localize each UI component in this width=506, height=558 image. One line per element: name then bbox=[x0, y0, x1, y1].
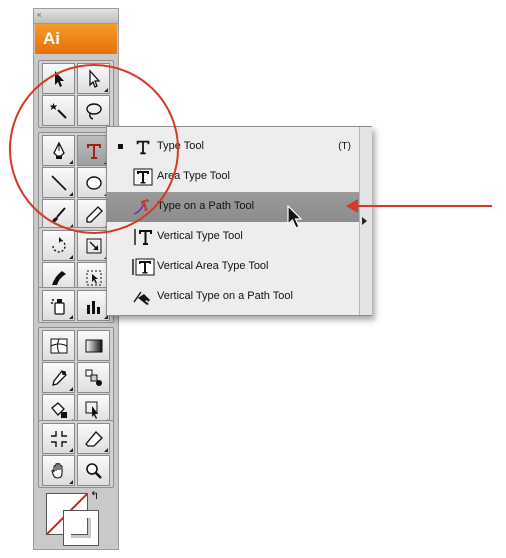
slice-tool[interactable] bbox=[42, 423, 75, 454]
zoom-tool[interactable] bbox=[77, 455, 110, 486]
tearoff-tab[interactable] bbox=[359, 127, 372, 315]
menu-item-label: Vertical Area Type Tool bbox=[157, 260, 269, 272]
menu-item-label: Type on a Path Tool bbox=[157, 200, 255, 212]
eraser-tool[interactable] bbox=[77, 423, 110, 454]
free-transform-icon bbox=[86, 270, 101, 285]
utility-tools-group bbox=[38, 420, 114, 488]
annotation-arrow-line bbox=[352, 205, 492, 207]
paint-bucket-icon bbox=[50, 401, 67, 418]
symbol-graph-tools-group bbox=[38, 287, 114, 323]
mesh-tool[interactable] bbox=[42, 330, 75, 361]
menu-item-vertical-area-type-tool[interactable]: Vertical Area Type Tool bbox=[107, 252, 359, 282]
slice-icon bbox=[50, 430, 67, 447]
mouse-cursor-icon bbox=[287, 204, 305, 234]
tearoff-arrow-icon bbox=[362, 217, 367, 225]
annotation-arrow-head bbox=[346, 199, 358, 213]
zoom-icon bbox=[85, 462, 102, 479]
rotate-tool[interactable] bbox=[42, 230, 75, 261]
blend-tool[interactable] bbox=[77, 362, 110, 393]
menu-item-label: Vertical Type Tool bbox=[157, 230, 243, 242]
scale-icon bbox=[86, 238, 101, 253]
menu-item-label: Vertical Type on a Path Tool bbox=[157, 290, 293, 302]
gradient-tool[interactable] bbox=[77, 330, 110, 361]
paint-selection-icon bbox=[85, 401, 98, 419]
hand-tool[interactable] bbox=[42, 455, 75, 486]
rotate-icon bbox=[51, 236, 66, 253]
highlight-circle bbox=[9, 64, 179, 234]
vertical-type-on-path-icon bbox=[131, 287, 155, 307]
swap-fill-stroke-icon[interactable]: ↰ bbox=[90, 489, 99, 502]
mesh-icon bbox=[50, 338, 67, 353]
graph-icon bbox=[86, 300, 100, 314]
eraser-icon bbox=[84, 430, 103, 447]
collapse-icon[interactable]: « bbox=[37, 10, 41, 20]
blend-icon bbox=[85, 369, 102, 386]
sprayer-icon bbox=[50, 298, 65, 315]
panel-grip[interactable]: « bbox=[34, 9, 118, 24]
symbol-sprayer-tool[interactable] bbox=[42, 290, 75, 321]
app-badge-label: Ai bbox=[43, 29, 60, 48]
fill-stroke-widget: ↰ bbox=[46, 490, 104, 546]
menu-item-vertical-type-tool[interactable]: Vertical Type Tool bbox=[107, 222, 359, 252]
eyedropper-tool[interactable] bbox=[42, 362, 75, 393]
paint-tools-group bbox=[38, 327, 114, 427]
app-badge: Ai bbox=[35, 24, 117, 54]
warp-icon bbox=[51, 270, 66, 285]
gradient-icon bbox=[85, 339, 102, 352]
transform-tools-group bbox=[38, 227, 114, 295]
hand-icon bbox=[50, 462, 63, 479]
eyedropper-icon bbox=[51, 369, 67, 386]
menu-item-vertical-type-on-a-path-tool[interactable]: Vertical Type on a Path Tool bbox=[107, 282, 359, 312]
vertical-area-type-icon bbox=[131, 257, 155, 277]
vertical-type-icon bbox=[131, 227, 155, 247]
menu-item-shortcut: (T) bbox=[338, 141, 351, 152]
stroke-swatch[interactable] bbox=[63, 510, 99, 546]
